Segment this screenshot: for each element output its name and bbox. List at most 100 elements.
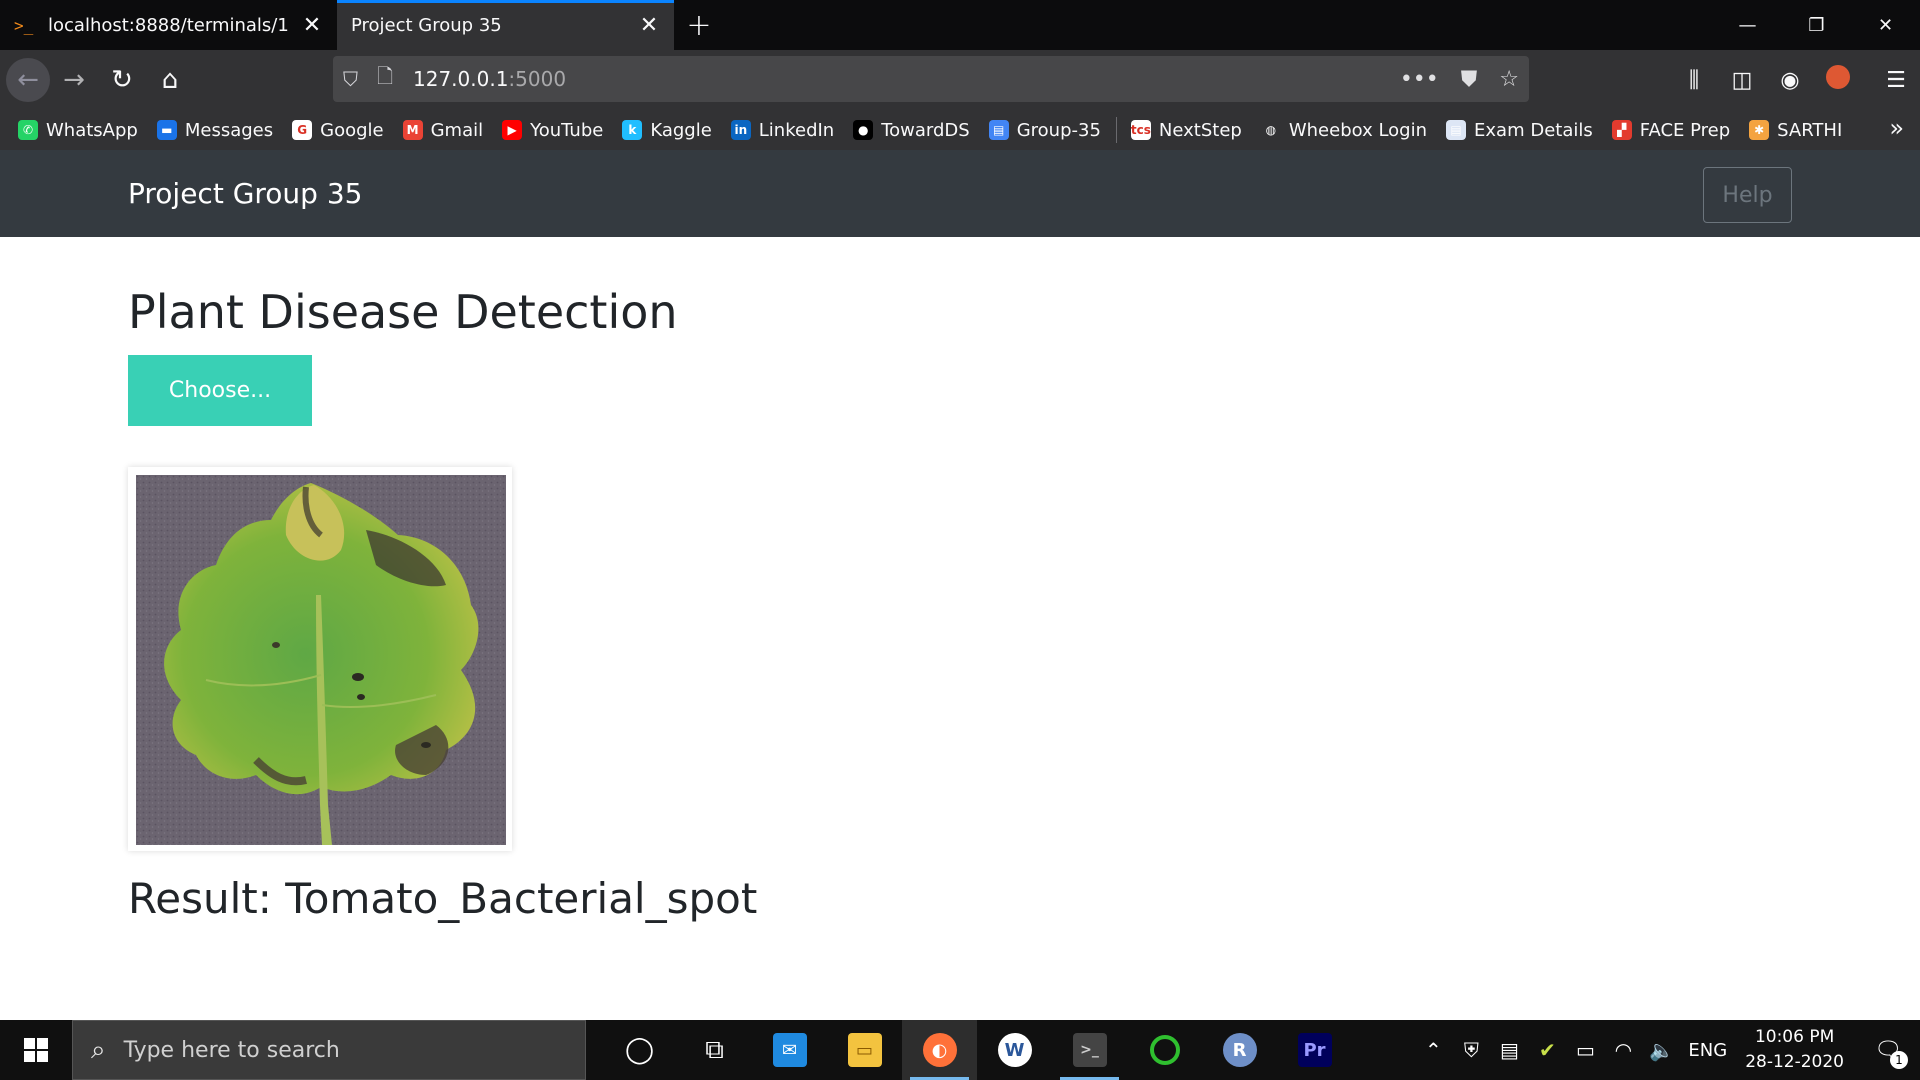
cortana-icon[interactable]: ◯ xyxy=(602,1020,677,1080)
back-icon[interactable]: ← xyxy=(6,58,50,102)
bookmark-star-icon[interactable]: ☆ xyxy=(1499,67,1519,92)
new-tab-icon[interactable]: + xyxy=(674,0,724,50)
task-view-icon[interactable]: ⧉ xyxy=(677,1020,752,1080)
home-icon[interactable]: ⌂ xyxy=(146,56,194,104)
security-icon[interactable]: ⛨ xyxy=(1452,1038,1490,1062)
forward-icon[interactable]: → xyxy=(50,56,98,104)
account-icon[interactable]: ◉ xyxy=(1766,68,1814,93)
firefox-icon[interactable]: ◐ xyxy=(902,1020,977,1080)
taskbar-search-box[interactable]: ⌕ Type here to search xyxy=(72,1020,586,1080)
close-tab-icon[interactable]: ✕ xyxy=(638,13,660,38)
tracking-shield-icon[interactable]: ⛉ xyxy=(343,67,377,91)
close-window-icon[interactable]: ✕ xyxy=(1851,0,1920,50)
choose-file-button[interactable]: Choose... xyxy=(128,355,312,426)
face-prep-icon: ▞ xyxy=(1611,120,1632,140)
bookmark-label: TowardDS xyxy=(881,119,970,141)
tab-title: localhost:8888/terminals/1 xyxy=(48,14,289,36)
minimize-icon[interactable]: — xyxy=(1713,0,1782,50)
navbar-brand[interactable]: Project Group 35 xyxy=(128,177,362,210)
bookmark-item[interactable]: ▤ Exam Details xyxy=(1446,120,1593,141)
page-actions-icon[interactable]: ••• xyxy=(1400,67,1439,92)
bookmark-label: LinkedIn xyxy=(758,119,835,141)
windows-start-icon[interactable] xyxy=(0,1020,72,1080)
spinner-app-icon[interactable] xyxy=(1127,1020,1202,1080)
bookmark-label: NextStep xyxy=(1158,119,1242,141)
clock[interactable]: 10:06 PM 28-12-2020 xyxy=(1745,1025,1844,1075)
bookmark-item[interactable]: in LinkedIn xyxy=(730,119,835,141)
premiere-pro-icon[interactable]: Pr xyxy=(1277,1020,1352,1080)
storage-icon[interactable]: ▤ xyxy=(1490,1038,1528,1062)
app-navbar: Project Group 35 Help xyxy=(0,150,1920,237)
reload-icon[interactable]: ↻ xyxy=(98,56,146,104)
linkedin-icon: in xyxy=(730,120,751,140)
bookmark-item[interactable]: ▶ YouTube xyxy=(502,120,603,141)
notification-center-icon[interactable]: 🗨 1 xyxy=(1866,1038,1910,1069)
page-info-icon[interactable]: 🗋 xyxy=(377,62,413,96)
url-text[interactable]: 127.0.0.1:5000 xyxy=(413,67,566,91)
bookmark-label: Exam Details xyxy=(1474,119,1593,141)
more-bookmarks-icon[interactable]: » xyxy=(1889,114,1904,142)
language-indicator[interactable]: ENG xyxy=(1688,1040,1727,1061)
menu-icon[interactable]: ☰ xyxy=(1872,68,1920,93)
search-placeholder: Type here to search xyxy=(123,1037,340,1063)
bookmark-item[interactable]: ▬ Messages xyxy=(156,120,273,141)
pocket-icon[interactable]: ⛊ xyxy=(1461,67,1478,92)
restore-icon[interactable]: ❐ xyxy=(1782,0,1851,50)
file-explorer-icon[interactable]: ▭ xyxy=(827,1020,902,1080)
tab-title: Project Group 35 xyxy=(351,14,502,36)
bookmark-item[interactable]: ✆ WhatsApp xyxy=(18,120,138,141)
google-meet-icon: ▤ xyxy=(988,120,1009,140)
bookmarks-separator xyxy=(1115,117,1117,143)
bookmarks-toolbar: ✆ WhatsApp ▬ Messages G Google M Gmail ▶ YouTube k… xyxy=(0,110,1920,150)
bookmark-item[interactable]: tcs NextStep xyxy=(1130,119,1242,141)
url-host: 127.0.0.1 xyxy=(413,67,509,91)
browser-toolbar: ← → ↻ ⌂ ⛉ 🗋 127.0.0.1:5000 ••• ⛊ ☆ ⫼ ◫ ◉… xyxy=(0,50,1920,110)
bookmark-item[interactable]: k Kaggle xyxy=(622,120,712,141)
duckduckgo-extension-icon[interactable] xyxy=(1814,65,1862,95)
sidebar-icon[interactable]: ◫ xyxy=(1718,68,1766,93)
tcs-icon: tcs xyxy=(1130,120,1151,140)
system-tray: ⌃ ⛨ ▤ ✔ ▭ ◠ 🔈 ENG 10:06 PM 28-12-2020 🗨 1 xyxy=(1414,1020,1920,1080)
tab-project-group[interactable]: Project Group 35 ✕ xyxy=(337,0,674,50)
r-app-icon[interactable]: R xyxy=(1202,1020,1277,1080)
bookmark-item[interactable]: ▤ Group-35 xyxy=(988,119,1101,141)
bookmark-label: Group-35 xyxy=(1016,119,1101,141)
leaf-image xyxy=(136,475,506,845)
mail-icon[interactable]: ✉ xyxy=(752,1020,827,1080)
bookmark-label: YouTube xyxy=(530,119,604,141)
bookmark-item[interactable]: G Google xyxy=(292,120,384,141)
notification-count: 1 xyxy=(1890,1050,1908,1069)
wifi-icon[interactable]: ◠ xyxy=(1604,1038,1642,1062)
volume-icon[interactable]: 🔈 xyxy=(1642,1038,1680,1062)
bookmark-item[interactable]: ● TowardDS xyxy=(853,120,970,141)
help-button[interactable]: Help xyxy=(1703,167,1792,223)
window-controls: — ❐ ✕ xyxy=(1713,0,1920,50)
sarthi-icon: ✱ xyxy=(1749,120,1770,140)
word-icon[interactable]: W xyxy=(977,1020,1052,1080)
check-icon[interactable]: ✔ xyxy=(1528,1038,1566,1062)
terminal-icon: >_ xyxy=(14,15,34,35)
show-hidden-icons-icon[interactable]: ⌃ xyxy=(1414,1038,1452,1062)
bookmark-label: Gmail xyxy=(430,119,484,141)
gmail-icon: M xyxy=(402,120,423,140)
bookmark-item[interactable]: ◍ Wheebox Login xyxy=(1260,120,1427,141)
windows-taskbar: ⌕ Type here to search ◯ ⧉ ✉ ▭ ◐ W >_ R P… xyxy=(0,1020,1920,1080)
youtube-icon: ▶ xyxy=(502,120,523,140)
close-tab-icon[interactable]: ✕ xyxy=(301,13,323,38)
bookmark-item[interactable]: M Gmail xyxy=(402,119,484,141)
terminal-app-icon[interactable]: >_ xyxy=(1052,1020,1127,1080)
google-icon: G xyxy=(292,120,313,140)
library-icon[interactable]: ⫼ xyxy=(1670,68,1718,93)
battery-icon[interactable]: ▭ xyxy=(1566,1038,1604,1062)
kaggle-icon: k xyxy=(622,120,643,140)
medium-icon: ● xyxy=(853,120,874,140)
document-icon: ▤ xyxy=(1446,120,1467,140)
url-port: :5000 xyxy=(508,67,567,91)
bookmark-label: FACE Prep xyxy=(1639,119,1731,141)
bookmark-item[interactable]: ✱ SARTHI xyxy=(1749,120,1842,141)
messages-icon: ▬ xyxy=(156,120,177,140)
tab-terminal[interactable]: >_ localhost:8888/terminals/1 ✕ xyxy=(0,0,337,50)
address-bar[interactable]: ⛉ 🗋 127.0.0.1:5000 ••• ⛊ ☆ xyxy=(333,56,1529,102)
browser-tab-strip: >_ localhost:8888/terminals/1 ✕ Project … xyxy=(0,0,1920,50)
bookmark-item[interactable]: ▞ FACE Prep xyxy=(1611,119,1731,141)
